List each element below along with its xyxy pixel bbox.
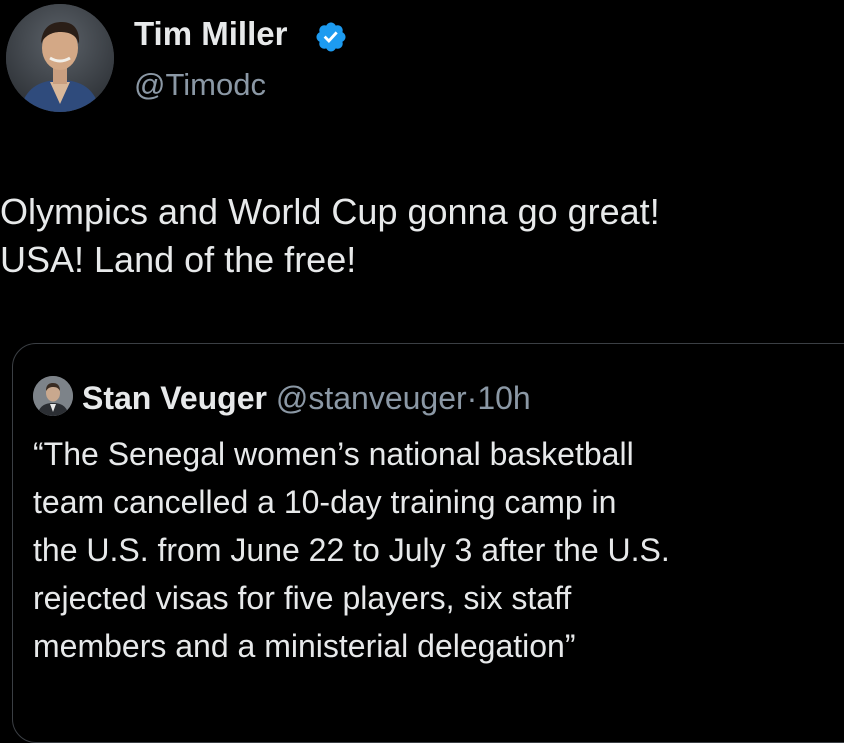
quoted-author-handle[interactable]: @stanveuger	[276, 380, 467, 416]
quoted-text-line: team cancelled a 10-day training camp in	[33, 484, 617, 520]
author-name[interactable]: Tim Miller	[134, 14, 287, 54]
quoted-author-name[interactable]: Stan Veuger	[82, 380, 267, 416]
quoted-text-line: “The Senegal women’s national basketball	[33, 436, 634, 472]
quoted-tweet-timestamp[interactable]: 10h	[477, 380, 530, 416]
author-avatar[interactable]	[6, 4, 114, 112]
tweet-text: Olympics and World Cup gonna go great! U…	[0, 188, 840, 284]
profile-photo-icon	[33, 376, 73, 416]
tweet-text-line: Olympics and World Cup gonna go great!	[0, 191, 660, 232]
verified-badge-icon	[316, 22, 346, 52]
quoted-author-avatar[interactable]	[33, 376, 73, 416]
tweet-text-line: USA! Land of the free!	[0, 239, 357, 280]
quoted-text-line: members and a ministerial delegation”	[33, 628, 576, 664]
author-handle[interactable]: @Timodc	[134, 66, 266, 104]
profile-photo-icon	[6, 4, 114, 112]
quoted-tweet-text: “The Senegal women’s national basketball…	[33, 430, 833, 670]
separator-dot: ·	[466, 380, 478, 416]
quoted-tweet-header: Stan Veuger @stanveuger·10h	[82, 378, 531, 418]
quoted-text-line: the U.S. from June 22 to July 3 after th…	[33, 532, 670, 568]
quoted-text-line: rejected visas for five players, six sta…	[33, 580, 572, 616]
